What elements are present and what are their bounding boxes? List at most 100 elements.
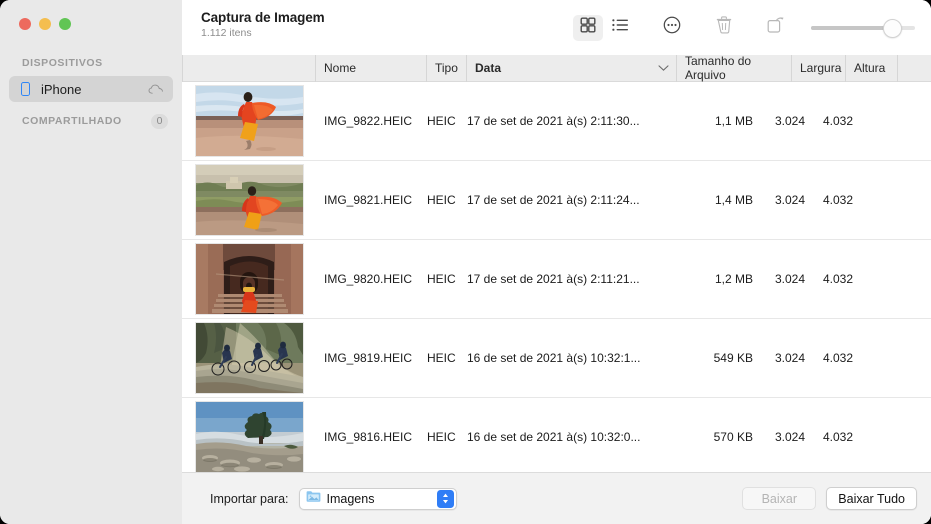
cell-file-size: 549 KB [713, 351, 753, 365]
cell-type: HEIC [427, 430, 456, 444]
iphone-icon [21, 82, 30, 96]
list-icon [611, 18, 629, 37]
download-all-button[interactable]: Baixar Tudo [826, 487, 917, 510]
close-button[interactable] [19, 18, 31, 30]
thumbnail-cell[interactable] [182, 398, 316, 472]
column-header-height[interactable]: Altura [846, 54, 898, 82]
column-header-label: Nome [324, 61, 357, 75]
table-row[interactable]: IMG_9821.HEIC HEIC 17 de set de 2021 à(s… [182, 161, 931, 240]
import-destination-value: Imagens [326, 491, 375, 506]
column-header-file-size[interactable]: Tamanho do Arquivo [677, 54, 792, 82]
column-header-label: Data [475, 61, 502, 75]
list-view-button[interactable] [605, 15, 635, 41]
chevron-down-icon [658, 65, 669, 72]
slider-fill [811, 25, 890, 30]
cell-file-size: 1,2 MB [714, 272, 753, 286]
column-header-type[interactable]: Tipo [427, 54, 467, 82]
cell-width: 3.024 [774, 193, 805, 207]
import-destination-popup[interactable]: Imagens [298, 487, 457, 510]
trash-icon [716, 16, 732, 39]
ellipsis-circle-icon [663, 16, 681, 39]
thumbnail-size-slider[interactable] [811, 15, 915, 41]
photo-thumbnail[interactable] [194, 322, 304, 394]
cell-type: HEIC [427, 272, 456, 286]
cell-name: IMG_9816.HEIC [324, 430, 413, 444]
column-header-label: Tamanho do Arquivo [685, 54, 752, 82]
sidebar-section-shared: COMPARTILHADO 0 [0, 112, 182, 130]
cell-height: 4.032 [822, 351, 853, 365]
thumbnail-cell[interactable] [182, 82, 316, 161]
cell-width: 3.024 [774, 272, 805, 286]
table-row[interactable]: IMG_9816.HEIC HEIC 16 de set de 2021 à(s… [182, 398, 931, 472]
grid-view-button[interactable] [573, 14, 603, 41]
cell-height: 4.032 [822, 272, 853, 286]
column-header-thumbnail[interactable] [182, 54, 316, 82]
cell-height: 4.032 [822, 114, 853, 128]
cell-name: IMG_9819.HEIC [324, 351, 413, 365]
sidebar-section-label: COMPARTILHADO [22, 115, 122, 127]
photo-thumbnail[interactable] [194, 401, 304, 472]
bottom-bar: Importar para: Imagens Baixar Baixar Tud… [182, 472, 931, 524]
sidebar-section-header-shared: COMPARTILHADO 0 [0, 112, 182, 130]
title-block: Captura de Imagem 1.112 itens [201, 9, 325, 40]
download-button[interactable]: Baixar [742, 487, 817, 510]
slider-thumb[interactable] [883, 18, 902, 38]
sidebar-item-label: iPhone [41, 81, 82, 97]
cell-width: 3.024 [774, 114, 805, 128]
sidebar-section-header-devices: DISPOSITIVOS [0, 54, 182, 72]
minimize-button[interactable] [39, 18, 51, 30]
traffic-lights [19, 18, 71, 30]
sidebar-section-devices: DISPOSITIVOS iPhone [0, 54, 182, 102]
table-column-header: Nome Tipo Data Tamanho do Arquivo Largur… [182, 54, 931, 82]
cell-file-size: 570 KB [713, 430, 753, 444]
sidebar-item-iphone[interactable]: iPhone [9, 76, 173, 102]
toolbar: Captura de Imagem 1.112 itens [182, 0, 931, 55]
thumbnail-cell[interactable] [182, 240, 316, 319]
table-row[interactable]: IMG_9819.HEIC HEIC 16 de set de 2021 à(s… [182, 319, 931, 398]
column-header-spacer [898, 55, 931, 82]
cell-name: IMG_9821.HEIC [324, 193, 413, 207]
chevron-up-down-icon[interactable] [436, 489, 454, 508]
cell-type: HEIC [427, 193, 456, 207]
column-header-date[interactable]: Data [467, 54, 677, 82]
delete-button[interactable] [709, 15, 739, 41]
cell-name: IMG_9820.HEIC [324, 272, 413, 286]
photo-thumbnail[interactable] [194, 243, 304, 315]
cell-name: IMG_9822.HEIC [324, 114, 413, 128]
column-header-label: Tipo [435, 61, 458, 75]
more-button[interactable] [657, 15, 687, 41]
cell-date: 17 de set de 2021 à(s) 2:11:30... [467, 114, 640, 128]
table-row[interactable]: IMG_9822.HEIC HEIC 17 de set de 2021 à(s… [182, 82, 931, 161]
column-header-width[interactable]: Largura [792, 54, 846, 82]
zoom-button[interactable] [59, 18, 71, 30]
image-capture-window: DISPOSITIVOS iPhone COMPARTILHADO 0 Capt… [0, 0, 931, 524]
item-count-label: 1.112 itens [201, 27, 252, 39]
cell-file-size: 1,1 MB [714, 114, 753, 128]
toolbar-buttons [573, 0, 919, 55]
column-header-name[interactable]: Nome [316, 54, 427, 82]
photo-list[interactable]: IMG_9822.HEIC HEIC 17 de set de 2021 à(s… [182, 82, 931, 472]
sidebar: DISPOSITIVOS iPhone COMPARTILHADO 0 [0, 0, 182, 524]
cell-type: HEIC [427, 114, 456, 128]
column-header-label: Largura [800, 61, 842, 75]
thumbnail-cell[interactable] [182, 319, 316, 398]
cell-width: 3.024 [774, 430, 805, 444]
rotate-button[interactable] [761, 15, 791, 41]
cell-date: 17 de set de 2021 à(s) 2:11:24... [467, 193, 640, 207]
page-title: Captura de Imagem [201, 10, 325, 25]
cell-date: 16 de set de 2021 à(s) 10:32:0... [467, 430, 641, 444]
cell-height: 4.032 [822, 193, 853, 207]
photo-thumbnail[interactable] [194, 164, 304, 236]
main-area: Captura de Imagem 1.112 itens Nome Tipo … [182, 0, 931, 524]
table-row[interactable]: IMG_9820.HEIC HEIC 17 de set de 2021 à(s… [182, 240, 931, 319]
import-to-label: Importar para: [210, 491, 289, 506]
cloud-icon [148, 84, 164, 95]
cell-width: 3.024 [774, 351, 805, 365]
photo-thumbnail[interactable] [194, 85, 304, 157]
cell-type: HEIC [427, 351, 456, 365]
column-header-label: Altura [854, 61, 886, 75]
sidebar-section-label: DISPOSITIVOS [22, 57, 103, 69]
cell-date: 17 de set de 2021 à(s) 2:11:21... [467, 272, 640, 286]
pictures-folder-icon [306, 490, 321, 508]
thumbnail-cell[interactable] [182, 161, 316, 240]
